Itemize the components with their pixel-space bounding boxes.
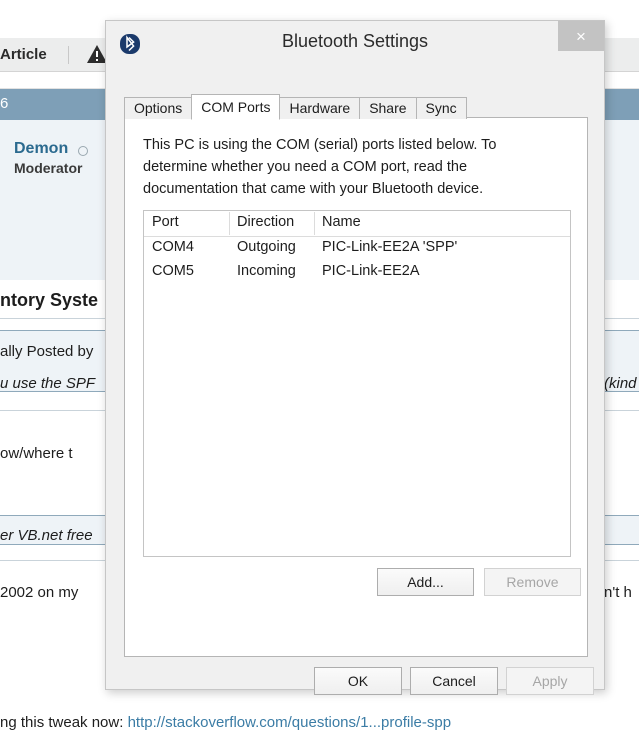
tab-share[interactable]: Share [359, 97, 416, 119]
cancel-button-label: Cancel [432, 673, 476, 689]
intro-description: This PC is using the COM (serial) ports … [143, 134, 543, 200]
background-blue-bar-text: 6 [0, 95, 8, 112]
background-text-line: ally Posted by [0, 343, 93, 360]
com-ports-tab-panel: This PC is using the COM (serial) ports … [124, 117, 588, 657]
background-text-line: u use the SPF [0, 375, 95, 392]
table-row[interactable]: COM4 Outgoing PIC-Link-EE2A 'SPP' [144, 237, 570, 261]
footer-text: ng this tweak now: [0, 714, 128, 731]
background-text-line: er VB.net free [0, 527, 93, 544]
tab-label: Share [369, 100, 406, 116]
tab-label: COM Ports [201, 99, 270, 115]
apply-button-label: Apply [532, 673, 567, 689]
ok-button-label: OK [348, 673, 368, 689]
ok-button[interactable]: OK [314, 667, 402, 695]
tab-label: Options [134, 100, 182, 116]
tab-sync[interactable]: Sync [416, 97, 467, 119]
background-text-line: ow/where t [0, 445, 73, 462]
tab-label: Hardware [289, 100, 350, 116]
background-username[interactable]: Demon [14, 140, 68, 158]
user-status-circle-icon [78, 146, 88, 156]
cell-direction: Outgoing [229, 237, 314, 261]
bluetooth-settings-dialog: Bluetooth Settings × Options COM Ports H… [105, 20, 605, 690]
background-text-line: (kind [604, 375, 637, 392]
background-user-role: Moderator [14, 160, 82, 176]
remove-button-label: Remove [506, 574, 558, 590]
background-topbar-label: Article [0, 46, 47, 63]
tab-strip: Options COM Ports Hardware Share Sync [124, 95, 466, 119]
cell-name: PIC-Link-EE2A 'SPP' [314, 237, 570, 261]
close-icon: × [576, 28, 586, 45]
column-header-port[interactable]: Port [144, 211, 229, 236]
tab-options[interactable]: Options [124, 97, 192, 119]
footer-link[interactable]: http://stackoverflow.com/questions/1...p… [128, 714, 452, 731]
remove-button: Remove [484, 568, 581, 596]
listview-header: Port Direction Name [144, 211, 570, 237]
tab-com-ports[interactable]: COM Ports [191, 94, 280, 120]
tab-hardware[interactable]: Hardware [279, 97, 360, 119]
background-thread-title: ntory Syste [0, 290, 98, 311]
cell-name: PIC-Link-EE2A [314, 261, 570, 285]
column-header-direction[interactable]: Direction [229, 211, 314, 236]
background-footer-line: ng this tweak now: http://stackoverflow.… [0, 714, 451, 731]
add-button-label: Add... [407, 574, 444, 590]
cell-port: COM5 [144, 261, 229, 285]
table-row[interactable]: COM5 Incoming PIC-Link-EE2A [144, 261, 570, 285]
background-text-line: 2002 on my [0, 584, 78, 601]
background-text-line: n't h [604, 584, 632, 601]
add-button[interactable]: Add... [377, 568, 474, 596]
cancel-button[interactable]: Cancel [410, 667, 498, 695]
cell-port: COM4 [144, 237, 229, 261]
tab-label: Sync [426, 100, 457, 116]
cell-direction: Incoming [229, 261, 314, 285]
close-button[interactable]: × [558, 21, 604, 51]
com-ports-listview[interactable]: Port Direction Name COM4 Outgoing PIC-Li… [143, 210, 571, 557]
column-header-name[interactable]: Name [314, 211, 570, 236]
dialog-titlebar[interactable]: Bluetooth Settings × [106, 21, 604, 69]
topbar-divider [68, 46, 69, 64]
dialog-title: Bluetooth Settings [106, 31, 604, 52]
apply-button: Apply [506, 667, 594, 695]
